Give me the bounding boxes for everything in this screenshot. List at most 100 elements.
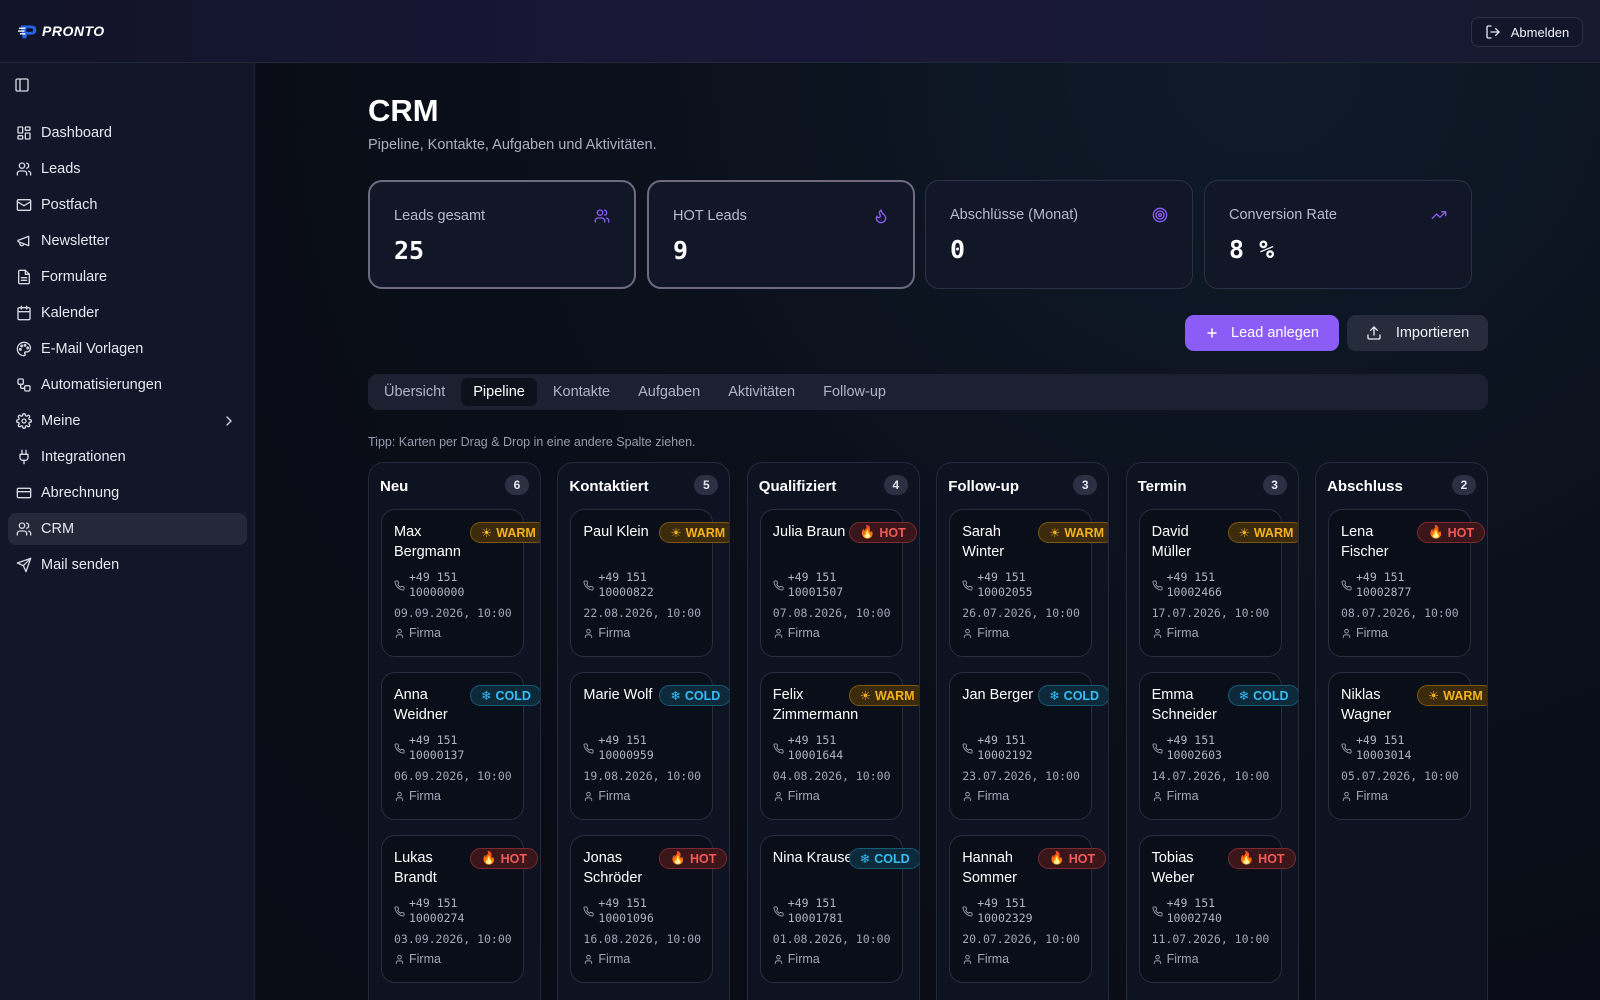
calendar-icon (17, 305, 31, 321)
lead-card[interactable]: Nina Krause ❄ COLD +49 151 10001781 01.08.20… (759, 835, 919, 983)
hot-icon: 🔥 (481, 851, 497, 865)
phone-icon (1341, 743, 1352, 754)
column-title: Kontaktiert (569, 478, 649, 495)
crm-tabs: Übersicht Pipeline Kontakte Aufgaben Aktivit… (368, 374, 1488, 410)
badge-label: COLD (874, 851, 910, 866)
lead-temperature-badge: 🔥 HOT (659, 848, 728, 869)
lead-date: 09.09.2026, 10:00 (394, 606, 512, 620)
badge-label: WARM (1443, 688, 1483, 703)
sidebar-item-leads[interactable]: Leads (8, 153, 247, 185)
sidebar-item-abrechnung[interactable]: Abrechnung (8, 477, 247, 509)
tab-pipeline[interactable]: Pipeline (461, 378, 537, 406)
tab-kontakte[interactable]: Kontakte (541, 378, 622, 406)
lead-name: Lukas Brandt (394, 850, 437, 886)
lead-name: Jonas Schröder (583, 850, 643, 886)
lead-name: Niklas Wagner (1341, 687, 1392, 723)
phone-icon (394, 743, 405, 754)
lead-company: Firma (409, 789, 441, 803)
lead-date: 01.08.2026, 10:00 (772, 932, 891, 946)
pipeline-column-follow-up: Follow-up 3 Sarah Winter ☀ WARM +49 151 10002… (936, 462, 1110, 1000)
add-lead-label: Lead anlegen (1231, 325, 1319, 341)
lead-card[interactable]: Paul Klein ☀ WARM +49 151 10000822 22.08.202… (570, 509, 730, 657)
stat-label: Leads gesamt (394, 208, 486, 224)
lead-phone: +49 151 10001507 (787, 570, 844, 599)
sidebar-item-dashboard[interactable]: Dashboard (8, 117, 247, 149)
sidebar-item-e-mail-vorlagen[interactable]: E-Mail Vorlagen (8, 333, 247, 365)
lead-phone: +49 151 10000274 (409, 896, 465, 925)
lead-date: 05.07.2026, 10:00 (1341, 769, 1459, 783)
import-button[interactable]: Importieren (1347, 315, 1488, 351)
megaphone-icon (17, 235, 30, 247)
lead-name: Marie Wolf (583, 687, 653, 703)
lead-card[interactable]: Lena Fischer 🔥 HOT +49 151 10002877 08.07.20… (1328, 509, 1485, 657)
lead-phone: +49 151 10002877 (1356, 570, 1412, 599)
hot-icon: 🔥 (1428, 525, 1444, 539)
page-title: CRM (368, 93, 439, 128)
users-icon (16, 162, 32, 176)
lead-company: Firma (977, 952, 1010, 966)
sidebar-item-label: Kalender (41, 305, 100, 321)
sidebar-item-meine[interactable]: Meine (8, 405, 247, 437)
lead-date: 20.07.2026, 10:00 (962, 932, 1080, 946)
lead-phone: +49 151 10000959 (598, 733, 654, 762)
lead-card[interactable]: Jonas Schröder 🔥 HOT +49 151 10001096 16.08.… (570, 835, 728, 983)
lead-date: 19.08.2026, 10:00 (583, 769, 702, 783)
lead-name: Tobias Weber (1151, 850, 1195, 886)
plus-icon (1207, 328, 1217, 338)
lead-card[interactable]: Niklas Wagner ☀ WARM +49 151 10003014 05.07.… (1328, 672, 1487, 820)
hot-icon: 🔥 (1238, 851, 1255, 865)
lead-card[interactable]: Sarah Winter ☀ WARM +49 151 10002055 26.07.2… (949, 509, 1109, 657)
badge-label: HOT (500, 851, 527, 866)
lead-date: 22.08.2026, 10:00 (583, 606, 702, 620)
logout-button[interactable]: Abmelden (1471, 17, 1583, 47)
badge-label: HOT (1258, 851, 1285, 866)
sidebar-item-automatisierungen[interactable]: Automatisierungen (8, 369, 247, 401)
tab-aufgaben[interactable]: Aufgaben (626, 378, 712, 406)
sidebar-item-kalender[interactable]: Kalender (8, 297, 247, 329)
stat-label: HOT Leads (673, 208, 747, 224)
page-subtitle: Pipeline, Kontakte, Aufgaben und Aktivit… (368, 137, 657, 153)
lead-card[interactable]: Lukas Brandt 🔥 HOT +49 151 10000274 03.09.20… (381, 835, 538, 983)
sidebar-item-crm[interactable]: CRM (8, 513, 247, 545)
lead-card[interactable]: Marie Wolf ❄ COLD +49 151 10000959 19.08.202… (570, 672, 730, 820)
user-icon (395, 628, 404, 639)
tab-ubersicht[interactable]: Übersicht (372, 378, 457, 406)
lead-temperature-badge: 🔥 HOT (1227, 848, 1296, 869)
phone-icon (1152, 580, 1163, 591)
tab-aktivitaten[interactable]: Aktivitäten (716, 378, 807, 406)
lead-card[interactable]: David Müller ☀ WARM +49 151 10002466 17.07.2… (1138, 509, 1298, 657)
lead-phone: +49 151 10002192 (977, 733, 1033, 762)
add-lead-button[interactable]: Lead anlegen (1185, 315, 1339, 351)
lead-date: 11.07.2026, 10:00 (1151, 932, 1270, 946)
brand-logo[interactable]: PRONTO (18, 18, 105, 44)
sidebar-item-mail-senden[interactable]: Mail senden (8, 549, 247, 581)
lead-card[interactable]: Anna Weidner ❄ COLD +49 151 10000137 06.09.2… (381, 672, 540, 820)
lead-card[interactable]: Julia Braun 🔥 HOT +49 151 10001507 07.08.202… (759, 509, 917, 657)
phone-icon (1152, 906, 1163, 917)
stat-card-conversion-rate: Conversion Rate 8 % (1204, 180, 1472, 289)
sidebar-item-postfach[interactable]: Postfach (8, 189, 247, 221)
sidebar-item-integrationen[interactable]: Integrationen (8, 441, 247, 473)
lead-company: Firma (977, 626, 1010, 640)
badge-label: WARM (496, 525, 536, 540)
lead-card[interactable]: Felix Zimmermann ☀ WARM +49 151 10001644 04.… (759, 672, 919, 820)
sidebar-item-formulare[interactable]: Formulare (8, 261, 247, 293)
lead-card[interactable]: Emma Schneider ❄ COLD +49 151 10002603 14.07… (1138, 672, 1298, 820)
lead-name: Anna Weidner (394, 687, 448, 723)
badge-label: WARM (875, 688, 915, 703)
phone-icon (1341, 580, 1352, 591)
tab-follow-up[interactable]: Follow-up (811, 378, 898, 406)
send-icon (16, 557, 32, 573)
sidebar-item-label: Meine (41, 413, 81, 429)
phone-icon (773, 906, 784, 917)
sidebar-item-label: CRM (41, 521, 75, 537)
lead-card[interactable]: Tobias Weber 🔥 HOT +49 151 10002740 11.07.20… (1138, 835, 1296, 983)
lead-card[interactable]: Max Bergmann ☀ WARM +49 151 10000000 09.09.2… (381, 509, 540, 657)
lead-name: Julia Braun (772, 524, 846, 540)
lead-card[interactable]: Jan Berger ❄ COLD +49 151 10002192 23.07.202… (949, 672, 1109, 820)
sidebar-toggle-icon[interactable] (14, 77, 30, 93)
sidebar-item-newsletter[interactable]: Newsletter (8, 225, 247, 257)
lead-temperature-badge: ❄ COLD (1227, 685, 1298, 706)
badge-label: WARM (685, 525, 726, 540)
lead-card[interactable]: Hannah Sommer 🔥 HOT +49 151 10002329 20.07.2… (949, 835, 1107, 983)
